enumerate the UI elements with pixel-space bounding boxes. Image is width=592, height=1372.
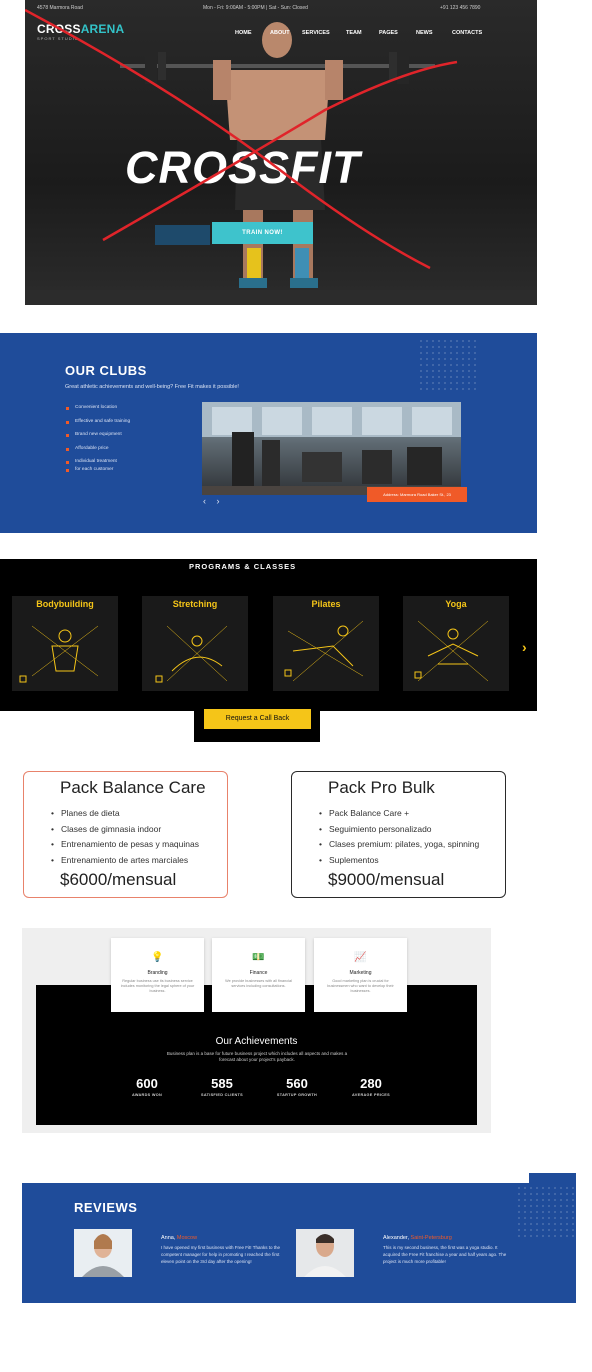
pack-feature: Seguimiento personalizado [319, 824, 479, 840]
lightbulb-icon: 💡 [151, 952, 164, 963]
pack-title: Pack Balance Care [60, 778, 206, 797]
pack-feature: Entrenamiento de artes marciales [51, 855, 199, 871]
feature-item: Effective and safe training [66, 419, 130, 433]
clubs-title: OUR CLUBS [65, 363, 147, 378]
prev-arrow-icon[interactable]: ‹ [203, 496, 206, 506]
service-title: Branding [147, 970, 168, 976]
hero-section: 4578 Marmora Road Mon - Fri: 9:00AM - 5:… [25, 0, 537, 305]
pack-feature: Planes de dieta [51, 808, 199, 824]
gym-interior-photo [202, 402, 461, 495]
pack-feature: Pack Balance Care + [319, 808, 479, 824]
programs-next-arrow-icon[interactable]: › [522, 639, 527, 655]
service-card-finance[interactable]: 💵 Finance We provide businesses with all… [212, 938, 305, 1012]
program-card-pilates[interactable]: Pilates [273, 596, 379, 691]
service-description: Good marketing plan is crucial for busin… [327, 979, 394, 993]
dot-pattern [516, 1185, 576, 1240]
gym-interior-illustration [202, 402, 461, 495]
next-arrow-icon[interactable]: › [217, 496, 220, 506]
reviews-title: REVIEWS [74, 1200, 138, 1215]
pack-pro-bulk-card[interactable]: Pack Pro Bulk Pack Balance Care + Seguim… [291, 771, 506, 898]
club-address-tag: Address: Marmora Road Baker St., 23 [367, 487, 467, 502]
reviewer-avatar [296, 1229, 354, 1277]
feature-item-continued: for each customer [66, 467, 130, 481]
reviewer-name: Alexander, Saint-Petersburg [383, 1235, 452, 1241]
red-cross-overlay [25, 8, 458, 270]
achievements-section: 💡 Branding Regular business use its busi… [22, 928, 491, 1133]
clubs-feature-list: Convenient location Effective and safe t… [66, 405, 130, 481]
reviewer-name: Anna, Moscow [161, 1235, 198, 1241]
programs-title: PROGRAMS & CLASSES [189, 562, 297, 571]
stat-value: 585 [211, 1076, 233, 1091]
reviewer-photo-anna [74, 1229, 132, 1277]
clubs-subtitle: Great athletic achievements and well-bei… [65, 384, 239, 390]
pack-feature: Suplementos [319, 855, 479, 871]
service-title: Marketing [349, 970, 372, 976]
program-card-label: Yoga [445, 599, 467, 609]
stat-label: SATISFIED CLIENTS [201, 1093, 243, 1097]
reviewer-avatar [74, 1229, 132, 1277]
yoga-figure-icon [414, 620, 489, 682]
pack-feature-list: Pack Balance Care + Seguimiento personal… [319, 808, 479, 870]
service-description: Regular business use its business servic… [120, 979, 195, 993]
feature-item: Convenient location [66, 405, 130, 419]
stat-label: STARTUP GROWTH [276, 1093, 318, 1097]
pack-price: $9000/mensual [328, 870, 445, 889]
our-clubs-section: OUR CLUBS Great athletic achievements an… [0, 333, 537, 533]
pack-price: $6000/mensual [60, 870, 177, 889]
stat-growth: 560 STARTUP GROWTH [262, 1076, 332, 1097]
pack-feature: Entrenamiento de pesas y maquinas [51, 839, 199, 855]
chart-icon: 📈 [354, 952, 367, 963]
feature-item: Affordable price [66, 446, 130, 460]
achievements-title: Our Achievements [215, 1036, 298, 1047]
bodybuilding-figure-icon [19, 625, 99, 683]
stat-awards: 600 AWARDS WON [112, 1076, 182, 1097]
stat-prices: 280 AVERAGE PRICES [336, 1076, 406, 1097]
pack-balance-care-card[interactable]: Pack Balance Care Planes de dieta Clases… [23, 771, 228, 898]
programs-section: PROGRAMS & CLASSES Bodybuilding Stretchi… [0, 559, 537, 711]
stat-label: AWARDS WON [132, 1093, 162, 1097]
review-text: I have opened my first business with Fre… [161, 1245, 280, 1264]
program-card-label: Bodybuilding [36, 599, 94, 609]
stat-clients: 585 SATISFIED CLIENTS [187, 1076, 257, 1097]
request-callback-button[interactable]: Request a Call Back [204, 709, 311, 729]
program-card-label: Stretching [172, 599, 218, 609]
stat-value: 560 [286, 1076, 308, 1091]
achievements-subtitle: Business plan is a base for future busin… [166, 1051, 348, 1062]
stat-label: AVERAGE PRICES [352, 1093, 390, 1097]
stat-value: 280 [360, 1076, 382, 1091]
program-card-label: Pilates [311, 599, 341, 609]
pilates-figure-icon [284, 620, 364, 682]
review-text: This is my second business, the first wa… [383, 1245, 507, 1264]
service-description: We provide businesses with all financial… [225, 979, 292, 988]
pack-title: Pack Pro Bulk [328, 778, 435, 797]
feature-item: Individual treatment [66, 459, 130, 467]
dot-pattern [418, 338, 478, 393]
program-card-yoga[interactable]: Yoga [403, 596, 509, 691]
feature-item: Brand new equipment [66, 432, 130, 446]
stretching-figure-icon [155, 625, 228, 683]
money-icon: 💵 [252, 952, 265, 963]
stat-value: 600 [136, 1076, 158, 1091]
program-card-bodybuilding[interactable]: Bodybuilding [12, 596, 118, 691]
service-title: Finance [249, 970, 268, 976]
pack-feature: Clases premium: pilates, yoga, spinning [319, 839, 479, 855]
clubs-slider-arrows: ‹ › [203, 496, 220, 506]
program-card-stretching[interactable]: Stretching [142, 596, 248, 691]
pack-feature-list: Planes de dieta Clases de gimnasia indoo… [51, 808, 199, 870]
service-card-marketing[interactable]: 📈 Marketing Good marketing plan is cruci… [314, 938, 407, 1012]
pack-feature: Clases de gimnasia indoor [51, 824, 199, 840]
reviewer-photo-alexander [296, 1229, 354, 1277]
reviews-section: REVIEWS Anna, Moscow I have opened my fi… [22, 1183, 576, 1303]
service-card-branding[interactable]: 💡 Branding Regular business use its busi… [111, 938, 204, 1012]
